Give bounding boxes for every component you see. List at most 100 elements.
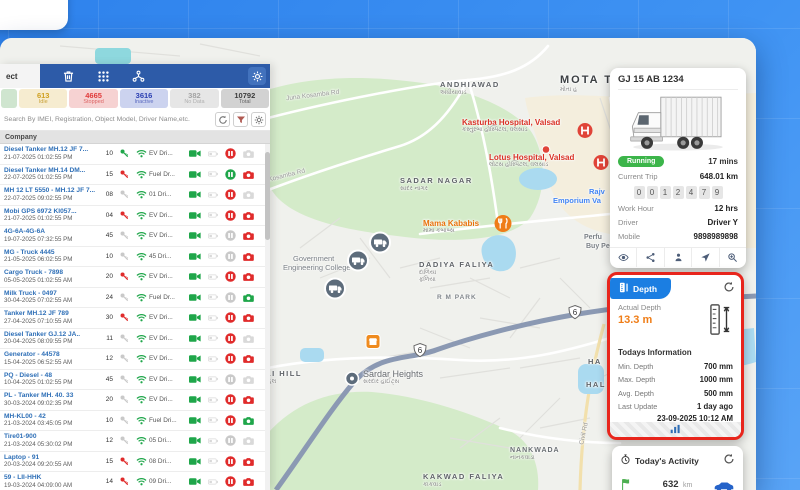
- camera-icon[interactable]: [243, 211, 254, 220]
- video-camera-icon[interactable]: [189, 272, 201, 281]
- highway-shield[interactable]: 6: [412, 343, 428, 364]
- status-icon[interactable]: [225, 374, 236, 385]
- status-icon[interactable]: [225, 456, 236, 467]
- zoom-in-icon[interactable]: [719, 248, 746, 267]
- video-camera-icon[interactable]: [189, 252, 201, 261]
- status-icon[interactable]: [225, 476, 236, 487]
- vehicle-name[interactable]: MH 12 LT 5550 - MH.12 JF 7...: [4, 187, 100, 195]
- depth-footer[interactable]: [610, 422, 741, 437]
- video-camera-icon[interactable]: [189, 149, 201, 158]
- vehicle-row[interactable]: Diesel Tanker GJ.12 JA.. 20-04-2025 08:0…: [0, 329, 270, 350]
- settings-gear-icon[interactable]: [248, 67, 266, 85]
- vehicle-name[interactable]: Tire01-900: [4, 433, 100, 441]
- stat-chip-no-data[interactable]: 382 No Data: [170, 89, 218, 108]
- vehicle-cluster-marker[interactable]: [347, 250, 369, 277]
- vehicle-row[interactable]: PL - Tanker MH. 40. 33 30-03-2024 09:02:…: [0, 390, 270, 411]
- vehicle-name[interactable]: Diesel Tanker GJ.12 JA..: [4, 331, 100, 339]
- vehicle-name[interactable]: Diesel Tanker MH.12 JF 7...: [4, 146, 100, 154]
- shop-marker[interactable]: [366, 334, 381, 354]
- video-camera-icon[interactable]: [189, 477, 201, 486]
- vehicle-name[interactable]: Milk Truck - 0497: [4, 290, 100, 298]
- vehicle-row[interactable]: Milk Truck - 0497 30-04-2025 07:02:55 AM…: [0, 288, 270, 309]
- video-camera-icon[interactable]: [189, 334, 201, 343]
- status-icon[interactable]: [225, 435, 236, 446]
- vehicle-name[interactable]: MH-KL00 - 42: [4, 413, 100, 421]
- status-icon[interactable]: [225, 353, 236, 364]
- vehicle-name[interactable]: MG - Truck 4445: [4, 249, 100, 257]
- camera-icon[interactable]: [243, 395, 254, 404]
- vehicle-name[interactable]: 4G-6A-4G-6A: [4, 228, 100, 236]
- video-camera-icon[interactable]: [189, 190, 201, 199]
- vehicle-name[interactable]: Cargo Truck - 7898: [4, 269, 100, 277]
- vehicle-row[interactable]: MH-KL00 - 42 21-03-2024 03:45:05 PM 10 F…: [0, 411, 270, 432]
- video-camera-icon[interactable]: [189, 293, 201, 302]
- video-camera-icon[interactable]: [189, 211, 201, 220]
- search-input[interactable]: [4, 116, 212, 123]
- status-icon[interactable]: [225, 251, 236, 262]
- vehicle-row[interactable]: MH 12 LT 5550 - MH.12 JF 7... 22-07-2025…: [0, 185, 270, 206]
- status-icon[interactable]: [225, 148, 236, 159]
- status-icon[interactable]: [225, 189, 236, 200]
- refresh-icon[interactable]: [215, 112, 230, 127]
- video-camera-icon[interactable]: [189, 354, 201, 363]
- camera-icon[interactable]: [243, 170, 254, 179]
- video-camera-icon[interactable]: [189, 313, 201, 322]
- stat-chip-stopped[interactable]: 4665 Stopped: [69, 89, 117, 108]
- settings-icon[interactable]: [251, 112, 266, 127]
- video-camera-icon[interactable]: [189, 416, 201, 425]
- tab-object[interactable]: ect: [0, 64, 40, 88]
- video-camera-icon[interactable]: [189, 375, 201, 384]
- status-icon[interactable]: [225, 271, 236, 282]
- camera-icon[interactable]: [243, 334, 254, 343]
- vehicle-row[interactable]: Tanker MH.12 JF 789 27-04-2025 07:10:55 …: [0, 308, 270, 329]
- map-dot-marker[interactable]: [345, 371, 360, 391]
- chart-icon[interactable]: [670, 421, 681, 439]
- map-dot-marker[interactable]: [542, 141, 551, 159]
- stat-chip-total[interactable]: 10792 Total: [221, 89, 269, 108]
- camera-icon[interactable]: [243, 436, 254, 445]
- vehicle-row[interactable]: Generator - 44578 15-04-2025 06:52:55 AM…: [0, 349, 270, 370]
- camera-icon[interactable]: [243, 375, 254, 384]
- camera-icon[interactable]: [243, 252, 254, 261]
- vehicle-name[interactable]: Mobi GPS 6972 KI057...: [4, 208, 100, 216]
- vehicle-name[interactable]: PL - Tanker MH. 40. 33: [4, 392, 100, 400]
- status-icon[interactable]: [225, 169, 236, 180]
- stat-chip-idle[interactable]: 613 Idle: [19, 89, 67, 108]
- vehicle-row[interactable]: Cargo Truck - 7898 05-05-2025 01:02:55 A…: [0, 267, 270, 288]
- status-icon[interactable]: [225, 333, 236, 344]
- camera-icon[interactable]: [243, 457, 254, 466]
- video-camera-icon[interactable]: [189, 231, 201, 240]
- camera-icon[interactable]: [243, 416, 254, 425]
- video-camera-icon[interactable]: [189, 436, 201, 445]
- stat-chip-running[interactable]: [1, 89, 17, 108]
- status-icon[interactable]: [225, 292, 236, 303]
- restaurant-marker[interactable]: [494, 215, 512, 238]
- trash-icon[interactable]: [62, 70, 75, 83]
- vehicle-name[interactable]: Laptop - 91: [4, 454, 100, 462]
- camera-icon[interactable]: [243, 272, 254, 281]
- activity-refresh-icon[interactable]: [723, 452, 735, 470]
- vehicle-row[interactable]: Tire01-900 21-03-2024 05:30:02 PM 12 05 …: [0, 431, 270, 452]
- hierarchy-icon[interactable]: [132, 70, 145, 83]
- camera-icon[interactable]: [243, 313, 254, 322]
- person-pin-icon[interactable]: [664, 248, 691, 267]
- scrollbar[interactable]: [265, 144, 270, 490]
- vehicle-row[interactable]: MG - Truck 4445 21-05-2025 06:02:55 PM 1…: [0, 247, 270, 268]
- vehicle-row[interactable]: Mobi GPS 6972 KI057... 21-07-2025 01:02:…: [0, 206, 270, 227]
- navigate-icon[interactable]: [691, 248, 718, 267]
- vehicle-name[interactable]: 59 - LII-HHK: [4, 474, 100, 482]
- status-icon[interactable]: [225, 312, 236, 323]
- camera-icon[interactable]: [243, 293, 254, 302]
- camera-icon[interactable]: [243, 231, 254, 240]
- camera-icon[interactable]: [243, 190, 254, 199]
- grid-icon[interactable]: [97, 70, 110, 83]
- status-icon[interactable]: [225, 415, 236, 426]
- eye-icon[interactable]: [610, 248, 636, 267]
- vehicle-row[interactable]: 4G-6A-4G-6A 19-07-2025 07:32:55 PM 45 EV…: [0, 226, 270, 247]
- camera-icon[interactable]: [243, 477, 254, 486]
- vehicle-row[interactable]: Laptop - 91 20-03-2024 09:20:55 AM 15 08…: [0, 452, 270, 473]
- video-camera-icon[interactable]: [189, 170, 201, 179]
- camera-icon[interactable]: [243, 149, 254, 158]
- vehicle-cluster-marker[interactable]: [324, 278, 346, 305]
- status-icon[interactable]: [225, 230, 236, 241]
